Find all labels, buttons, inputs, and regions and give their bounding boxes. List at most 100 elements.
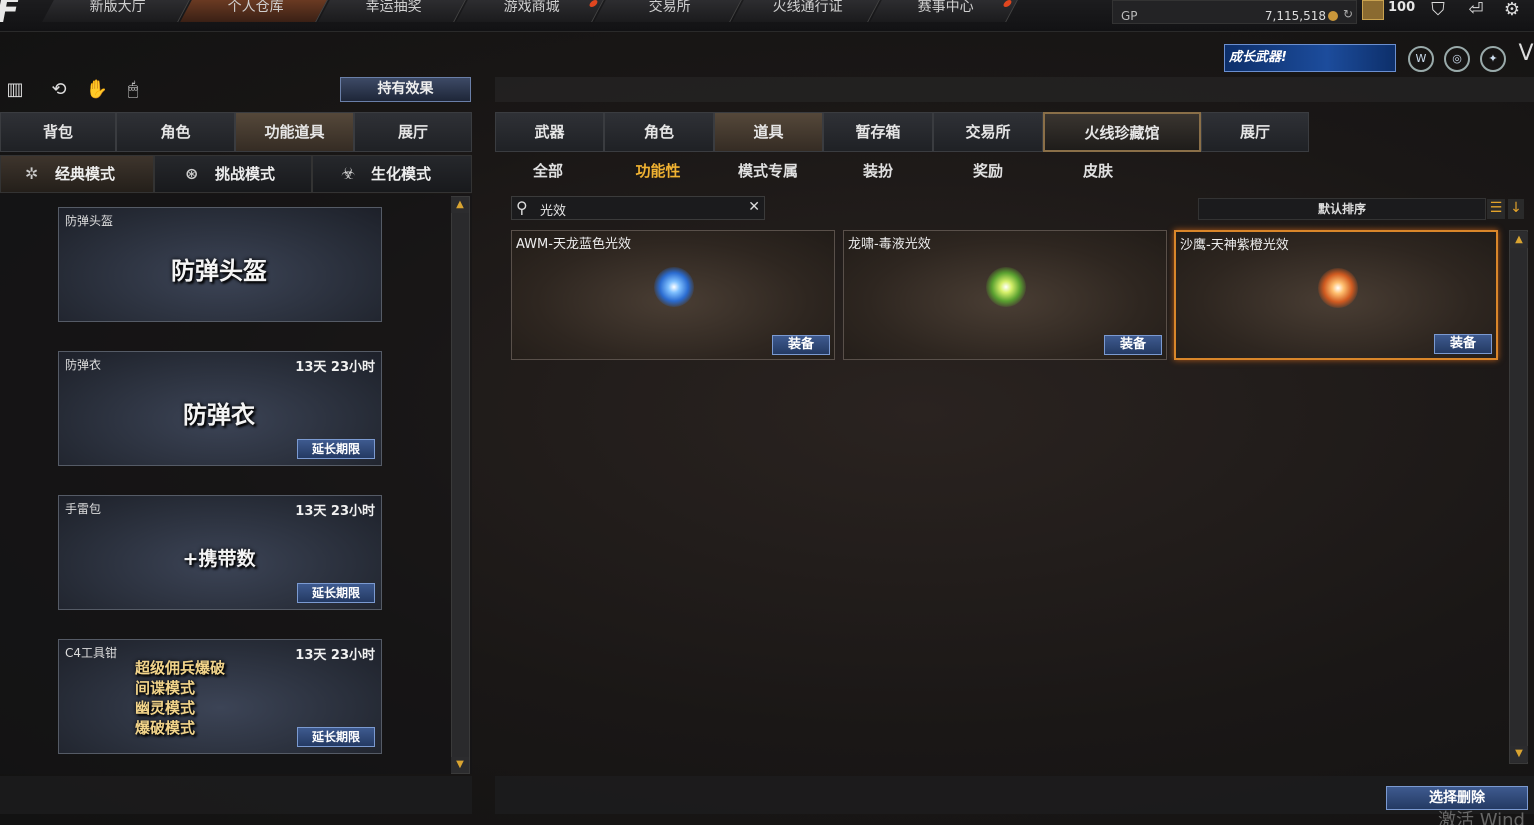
clan-emblem-icon[interactable]: ✦ xyxy=(1480,46,1506,72)
activation-watermark: 激活 Wind xyxy=(1438,810,1525,825)
extend-duration-button[interactable]: 延长期限 xyxy=(297,583,375,603)
nav-tab-label: 火线通行证 xyxy=(772,0,843,15)
item-art-c4: 超级佣兵爆破 间谍模式 幽灵模式 爆破模式 xyxy=(135,658,335,737)
nav-tab-new-lobby[interactable]: 新版大厅 xyxy=(42,0,190,22)
subtab-mode-exclusive[interactable]: 模式专属 xyxy=(713,153,823,189)
item-name: C4工具钳 xyxy=(65,646,118,660)
subtab-functional[interactable]: 功能性 xyxy=(603,153,713,189)
tab-character[interactable]: 角色 xyxy=(116,112,235,152)
extend-duration-button[interactable]: 延长期限 xyxy=(297,727,375,747)
player-level: 100 xyxy=(1388,0,1416,15)
item-card-vest[interactable]: 防弹衣 13天 23小时 防弹衣 延长期限 xyxy=(58,351,382,466)
tab-showroom-right[interactable]: 展厅 xyxy=(1201,112,1309,152)
item-name: 手雷包 xyxy=(65,502,102,516)
growth-weapon-label: 成长武器! xyxy=(1229,50,1287,65)
rank-badge-icon xyxy=(1362,0,1384,20)
equip-button[interactable]: 装备 xyxy=(1434,334,1492,354)
mode-tab-label: 挑战模式 xyxy=(215,165,276,183)
nav-tab-game-store[interactable]: 游戏商城 xyxy=(456,0,604,22)
globe-icon[interactable]: ◎ xyxy=(1444,46,1470,72)
extend-duration-button[interactable]: 延长期限 xyxy=(297,439,375,459)
right-scrollbar[interactable] xyxy=(1509,230,1528,764)
nav-tab-lucky-draw[interactable]: 幸运抽奖 xyxy=(318,0,466,22)
nav-tab-label: 新版大厅 xyxy=(89,0,146,15)
item-remaining-time: 13天 23小时 xyxy=(295,360,375,375)
item-art-grenade: +携带数 xyxy=(182,548,256,570)
effect-preview-orb xyxy=(1318,268,1358,308)
scroll-up-arrow-icon[interactable]: ▲ xyxy=(1510,232,1528,248)
mode-tab-biohazard[interactable]: ☣ 生化模式 xyxy=(312,155,472,193)
right-tab-bar: 武器 角色 道具 暂存箱 交易所 火线珍藏馆 展厅 xyxy=(495,112,1309,152)
gp-value: 7,115,518 xyxy=(1264,9,1326,23)
v-logo-icon[interactable]: V xyxy=(1512,43,1534,66)
item-remaining-time: 13天 23小时 xyxy=(295,504,375,519)
list-icon[interactable]: ☰ xyxy=(1487,199,1505,219)
subtab-all[interactable]: 全部 xyxy=(493,153,603,189)
close-icon[interactable]: ✕ xyxy=(748,199,760,215)
subtab-cosmetic[interactable]: 装扮 xyxy=(823,153,933,189)
gear-icon[interactable]: ⚙ xyxy=(1498,0,1526,22)
nav-tab-event-center[interactable]: 赛事中心 xyxy=(870,0,1018,22)
effect-card-dragon-venom[interactable]: 龙啸-毒液光效 装备 xyxy=(843,230,1167,360)
rank-emblem-icon[interactable]: W xyxy=(1408,46,1434,72)
item-card-grenade-pack[interactable]: 手雷包 13天 23小时 +携带数 延长期限 xyxy=(58,495,382,610)
nav-tab-label: 交易所 xyxy=(648,0,691,15)
scroll-down-arrow-icon[interactable]: ▼ xyxy=(1510,746,1528,762)
scroll-up-arrow-icon[interactable]: ▲ xyxy=(451,197,469,213)
effect-name: 龙啸-毒液光效 xyxy=(848,237,931,252)
nav-tab-exchange[interactable]: 交易所 xyxy=(594,0,742,22)
tab-collection-hall[interactable]: 火线珍藏馆 xyxy=(1043,112,1201,152)
item-card-c4-pliers[interactable]: C4工具钳 13天 23小时 超级佣兵爆破 间谍模式 幽灵模式 爆破模式 延长期… xyxy=(58,639,382,754)
search-box: ⚲ ✕ xyxy=(511,196,765,220)
left-scrollbar[interactable] xyxy=(451,196,470,774)
effect-preview-orb xyxy=(654,267,694,307)
mode-tab-classic[interactable]: ✲ 经典模式 xyxy=(0,155,154,193)
equip-button[interactable]: 装备 xyxy=(1104,335,1162,355)
right-footer xyxy=(495,776,1534,814)
sort-dropdown[interactable]: 默认排序 xyxy=(1198,198,1486,220)
mode-line: 间谍模式 xyxy=(135,679,196,697)
exit-icon[interactable]: ⏎ xyxy=(1462,0,1490,22)
mode-tab-challenge[interactable]: ⊛ 挑战模式 xyxy=(154,155,312,193)
tab-exchange[interactable]: 交易所 xyxy=(933,112,1043,152)
item-card-helmet[interactable]: 防弹头盔 防弹头盔 xyxy=(58,207,382,322)
owned-effects-button[interactable]: 持有效果 xyxy=(340,77,471,102)
tab-temp-storage[interactable]: 暂存箱 xyxy=(823,112,933,152)
tab-weapons[interactable]: 武器 xyxy=(495,112,604,152)
challenge-icon: ⊛ xyxy=(185,164,199,183)
tab-functional-items[interactable]: 功能道具 xyxy=(235,112,354,152)
shield-icon[interactable]: ⛉ xyxy=(1424,0,1452,22)
mode-line: 幽灵模式 xyxy=(135,699,196,717)
gp-label: GP xyxy=(1121,9,1138,23)
subtab-skins[interactable]: 皮肤 xyxy=(1043,153,1153,189)
stats-icon[interactable]: ▥ xyxy=(2,78,28,104)
search-input[interactable] xyxy=(540,200,740,218)
effect-card-awm-blue[interactable]: AWM-天龙蓝色光效 装备 xyxy=(511,230,835,360)
tab-showroom[interactable]: 展厅 xyxy=(354,112,472,152)
mouse-icon[interactable]: 🖱 xyxy=(120,78,146,104)
history-icon[interactable]: ⟲ xyxy=(46,78,72,104)
tab-characters[interactable]: 角色 xyxy=(604,112,714,152)
right-header-strip xyxy=(495,77,1534,102)
star-icon: ✲ xyxy=(25,164,39,183)
biohazard-icon: ☣ xyxy=(341,164,356,183)
mode-tab-bar: ✲ 经典模式 ⊛ 挑战模式 ☣ 生化模式 xyxy=(0,155,472,193)
mode-line: 超级佣兵爆破 xyxy=(135,659,226,677)
effect-name: AWM-天龙蓝色光效 xyxy=(516,237,631,252)
tab-backpack[interactable]: 背包 xyxy=(0,112,116,152)
search-icon: ⚲ xyxy=(516,198,528,217)
scroll-down-arrow-icon[interactable]: ▼ xyxy=(451,757,469,773)
sort-down-arrow-icon[interactable]: ↓ xyxy=(1508,199,1524,219)
effect-card-deagle-orange[interactable]: 沙鹰-天神紫橙光效 装备 xyxy=(1174,230,1498,360)
subtab-rewards[interactable]: 奖励 xyxy=(933,153,1043,189)
equip-button[interactable]: 装备 xyxy=(772,335,830,355)
gp-coin-icon xyxy=(1328,11,1338,21)
mode-tab-label: 生化模式 xyxy=(371,165,432,183)
refresh-icon[interactable]: ↻ xyxy=(1343,7,1353,21)
tab-items[interactable]: 道具 xyxy=(714,112,823,152)
growth-weapon-banner[interactable]: 成长武器! xyxy=(1224,44,1396,72)
nav-tab-personal-storage[interactable]: 个人仓库 xyxy=(180,0,328,22)
hand-icon[interactable]: ✋ xyxy=(84,78,110,104)
item-name: 防弹头盔 xyxy=(65,214,114,228)
nav-tab-battle-pass[interactable]: 火线通行证 xyxy=(732,0,880,22)
